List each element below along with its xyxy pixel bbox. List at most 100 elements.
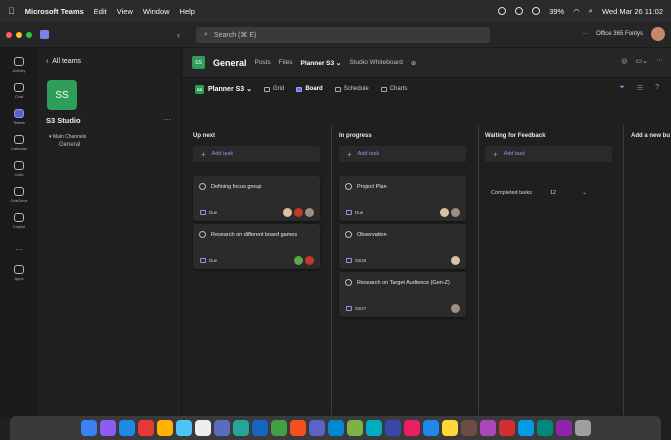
rail-item-copilot[interactable]: Copilot <box>0 208 38 234</box>
launchpad-icon[interactable] <box>99 420 116 436</box>
app-icon[interactable] <box>555 420 572 436</box>
wifi-icon[interactable]: ◠ <box>573 7 580 16</box>
filter-icon[interactable]: ⏷ <box>619 84 625 92</box>
group-by-icon[interactable]: ☰ <box>637 84 643 92</box>
assignees[interactable] <box>451 256 460 265</box>
minimize-window-button[interactable] <box>16 31 22 38</box>
menu-edit[interactable]: Edit <box>94 7 107 16</box>
close-window-button[interactable] <box>6 31 12 38</box>
app-icon[interactable] <box>536 420 553 436</box>
tab-files[interactable]: Files <box>279 59 293 66</box>
add-task-button[interactable]: + Add task <box>339 146 466 162</box>
rail-item-onedrive[interactable]: OneDrive <box>0 182 38 208</box>
rail-item-teams[interactable]: Teams <box>0 104 38 130</box>
rail-item-more[interactable]: ... <box>0 234 38 260</box>
messages-icon[interactable] <box>175 420 192 436</box>
assignees[interactable] <box>294 256 314 265</box>
tab-posts[interactable]: Posts <box>255 59 271 66</box>
task-card[interactable]: Research on Target Audience (Gen-Z) 03/2… <box>339 272 466 317</box>
team-more-icon[interactable]: ··· <box>163 115 171 124</box>
status-icon[interactable] <box>515 7 524 15</box>
more-options-icon[interactable]: ··· <box>582 31 588 37</box>
main-channels-section[interactable]: ▾ Main Channels <box>49 134 86 140</box>
plan-title[interactable]: SS Planner S3 ⌄ <box>195 84 252 94</box>
view-grid[interactable]: Grid <box>264 86 284 92</box>
view-board[interactable]: Board <box>296 86 323 92</box>
menu-window[interactable]: Window <box>143 7 170 16</box>
outlook-icon[interactable] <box>327 420 344 436</box>
help-icon[interactable]: ? <box>655 84 659 92</box>
status-icon[interactable] <box>498 7 507 15</box>
app-icon[interactable] <box>403 420 420 436</box>
app-icon[interactable] <box>384 420 401 436</box>
rail-item-activity[interactable]: Activity <box>0 52 38 78</box>
team-name[interactable]: S3 Studio <box>46 116 81 125</box>
add-new-bucket[interactable]: Add a new bu <box>631 133 670 139</box>
complete-checkbox[interactable] <box>345 231 352 238</box>
all-teams-link[interactable]: ‹ All teams <box>46 58 81 65</box>
org-name[interactable]: Office 365 Fontys <box>596 31 643 37</box>
search-icon[interactable]: ⌕ <box>589 6 593 16</box>
back-icon[interactable]: ‹ <box>177 30 180 40</box>
menu-app-name[interactable]: Microsoft Teams <box>25 7 84 16</box>
mail-icon[interactable] <box>213 420 230 436</box>
channel-item-general[interactable]: General <box>59 142 80 148</box>
completed-tasks-toggle[interactable]: Completed tasks 12 ⌄ <box>491 189 587 197</box>
rail-item-calls[interactable]: Calls <box>0 156 38 182</box>
assignees[interactable] <box>283 208 314 217</box>
task-due: 03/27 <box>346 306 366 311</box>
video-icon[interactable]: ▭⌄ <box>636 57 648 65</box>
notes-icon[interactable] <box>156 420 173 436</box>
view-schedule[interactable]: Schedule <box>334 86 369 92</box>
rail-item-apps[interactable]: Apps <box>0 260 38 286</box>
view-charts[interactable]: Charts <box>380 86 407 92</box>
app-icon[interactable] <box>517 420 534 436</box>
task-card[interactable]: Defining focus group Due <box>193 176 320 221</box>
battery-percent[interactable]: 39% <box>549 7 564 16</box>
complete-checkbox[interactable] <box>199 183 206 190</box>
status-icon[interactable] <box>532 7 541 15</box>
meet-icon[interactable]: ◎ <box>621 57 627 65</box>
calendar-icon[interactable] <box>194 420 211 436</box>
more-options-icon[interactable]: ··· <box>656 57 663 65</box>
app-icon[interactable] <box>479 420 496 436</box>
team-avatar[interactable]: SS <box>47 80 77 110</box>
rail-item-calendar[interactable]: Calendar <box>0 130 38 156</box>
assignees[interactable] <box>440 208 460 217</box>
teams-icon[interactable] <box>308 420 325 436</box>
tab-planner[interactable]: Planner S3 ⌄ <box>301 59 342 67</box>
avatar[interactable] <box>651 27 665 41</box>
zoom-window-button[interactable] <box>26 31 32 38</box>
app-icon[interactable] <box>498 420 515 436</box>
task-card[interactable]: Project Plan Due <box>339 176 466 221</box>
finder-icon[interactable] <box>80 420 97 436</box>
add-task-button[interactable]: + Add task <box>485 146 612 162</box>
app-icon[interactable] <box>460 420 477 436</box>
assignees[interactable] <box>451 304 460 313</box>
powerpoint-icon[interactable] <box>289 420 306 436</box>
rail-item-chat[interactable]: Chat <box>0 78 38 104</box>
apple-menu-icon[interactable]:  <box>8 6 15 16</box>
menu-view[interactable]: View <box>117 7 133 16</box>
task-card[interactable]: Research on different board games Due <box>193 224 320 269</box>
vscode-icon[interactable] <box>422 420 439 436</box>
chrome-icon[interactable] <box>137 420 154 436</box>
add-tab-button[interactable]: ⊕ <box>411 59 416 67</box>
tab-whiteboard[interactable]: Studio Whiteboard <box>349 59 402 66</box>
app-icon[interactable] <box>365 420 382 436</box>
add-task-button[interactable]: + Add task <box>193 146 320 162</box>
app-icon[interactable] <box>346 420 363 436</box>
search-input[interactable]: ⌕ Search (⌘ E) <box>196 27 490 43</box>
excel-icon[interactable] <box>270 420 287 436</box>
menu-help[interactable]: Help <box>180 7 195 16</box>
complete-checkbox[interactable] <box>345 183 352 190</box>
app-icon[interactable] <box>441 420 458 436</box>
app-icon[interactable] <box>232 420 249 436</box>
word-icon[interactable] <box>251 420 268 436</box>
task-card[interactable]: Observation 03/26 <box>339 224 466 269</box>
safari-icon[interactable] <box>118 420 135 436</box>
complete-checkbox[interactable] <box>199 231 206 238</box>
trash-icon[interactable] <box>574 420 591 436</box>
menu-datetime[interactable]: Wed Mar 26 11:02 <box>602 7 663 16</box>
complete-checkbox[interactable] <box>345 279 352 286</box>
